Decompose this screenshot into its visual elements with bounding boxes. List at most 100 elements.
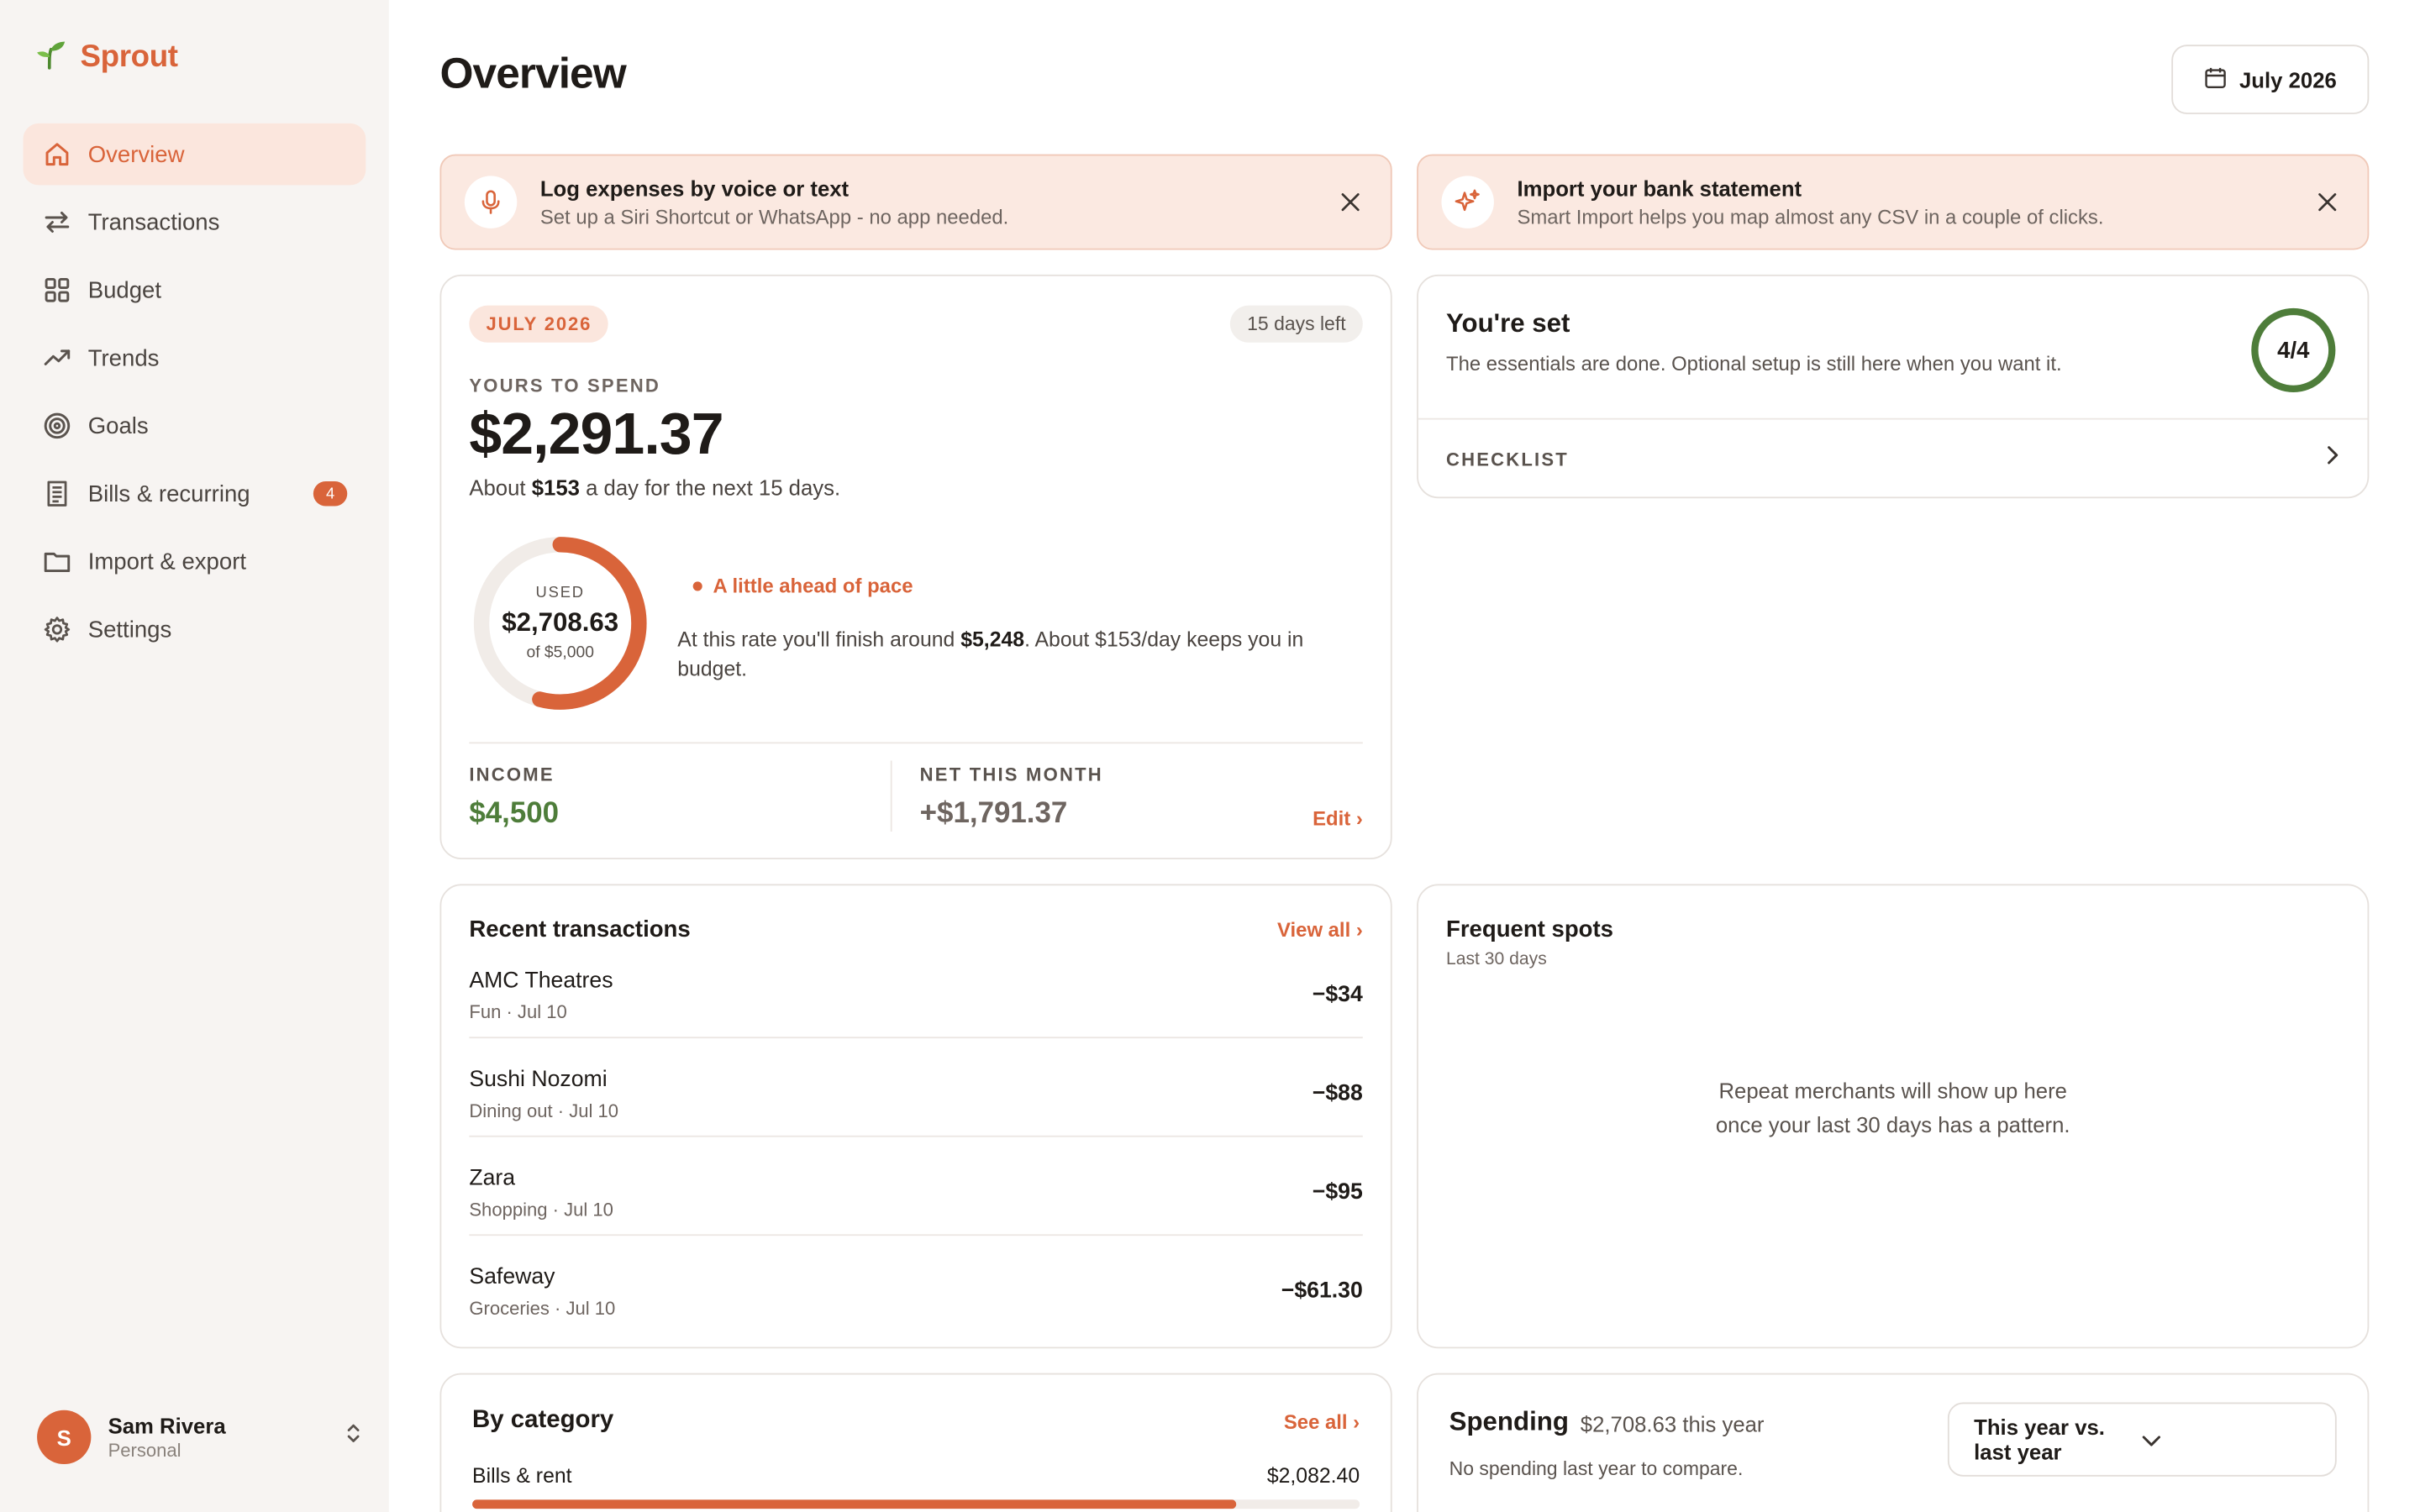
transaction-row[interactable]: AMC Theatres Fun · Jul 10 −$34 <box>469 969 1363 1068</box>
account-switcher[interactable]: S Sam Rivera Personal <box>37 1410 365 1465</box>
microphone-icon <box>464 176 518 228</box>
yours-to-spend-label: YOURS TO SPEND <box>469 375 660 397</box>
transaction-amount: −$95 <box>1312 1180 1363 1205</box>
pace-status: A little ahead of pace <box>692 574 913 597</box>
gear-icon <box>42 614 73 645</box>
comparison-select[interactable]: This year vs. last year <box>1947 1402 2337 1477</box>
used-of: of $5,000 <box>526 643 594 662</box>
transaction-name: Safeway <box>469 1265 555 1290</box>
banner-title: Import your bank statement <box>1517 176 1802 201</box>
see-all-link[interactable]: See all › <box>1284 1410 1360 1434</box>
divider <box>890 760 892 832</box>
avatar: S <box>37 1410 92 1465</box>
chevron-right-icon <box>2324 444 2339 474</box>
grid-icon <box>42 275 73 306</box>
nav-label: Bills & recurring <box>87 480 250 507</box>
income-value: $4,500 <box>469 797 560 831</box>
card-title: By category <box>472 1407 614 1434</box>
transaction-row[interactable]: Sushi Nozomi Dining out · Jul 10 −$88 <box>469 1067 1363 1167</box>
spending-card: Spending $2,708.63 this year No spending… <box>1417 1373 2370 1512</box>
income-label: INCOME <box>469 764 555 785</box>
card-subtitle: Last 30 days <box>1445 950 1547 969</box>
recent-transactions-card: Recent transactions View all › AMC Theat… <box>439 884 1392 1349</box>
category-amount: $2,082.40 <box>1266 1464 1360 1488</box>
transaction-row[interactable]: Zara Shopping · Jul 10 −$95 <box>469 1166 1363 1266</box>
checklist-row[interactable]: CHECKLIST <box>1418 417 2368 499</box>
transaction-meta: Dining out · Jul 10 <box>469 1100 619 1122</box>
spending-total: $2,708.63 this year <box>1580 1411 1765 1436</box>
month-picker-button[interactable]: July 2026 <box>2171 45 2370 114</box>
home-icon <box>42 139 73 170</box>
nav-item-goals[interactable]: Goals <box>24 395 366 456</box>
transaction-row[interactable]: Safeway Groceries · Jul 10 −$61.30 <box>469 1265 1362 1364</box>
edit-income-link[interactable]: Edit › <box>1313 807 1363 831</box>
sprout-logo-icon <box>34 37 67 79</box>
checklist-label: CHECKLIST <box>1445 448 1569 470</box>
sparkle-icon <box>1441 176 1494 228</box>
chevron-down-icon <box>2142 1427 2310 1452</box>
nav-item-settings[interactable]: Settings <box>24 599 366 660</box>
nav-label: Settings <box>87 616 172 643</box>
comparison-select-value: This year vs. last year <box>1974 1415 2105 1465</box>
nav-item-trends[interactable]: Trends <box>24 327 366 388</box>
nav-item-transactions[interactable]: Transactions <box>24 192 366 253</box>
net-label: NET THIS MONTH <box>919 764 1103 785</box>
receipt-icon <box>42 478 73 509</box>
voice-text-banner[interactable]: Log expenses by voice or text Set up a S… <box>439 154 1392 250</box>
transaction-name: Sushi Nozomi <box>469 1067 608 1093</box>
category-name: Bills & rent <box>472 1464 572 1488</box>
card-title: Frequent spots <box>1445 916 1613 943</box>
nav-item-overview[interactable]: Overview <box>23 123 366 186</box>
view-all-link[interactable]: View all › <box>1277 918 1363 942</box>
used-label: USED <box>535 585 585 602</box>
month-pill: JULY 2026 <box>469 305 609 343</box>
nav-item-import-export[interactable]: Import & export <box>24 531 366 592</box>
usage-donut-center: USED $2,708.63 of $5,000 <box>469 533 651 715</box>
divider <box>469 1037 1363 1039</box>
user-name: Sam Rivera <box>108 1413 226 1438</box>
nav-label: Budget <box>87 276 162 303</box>
by-category-card: By category See all › Bills & rent $2,08… <box>439 1373 1392 1512</box>
nav-item-budget[interactable]: Budget <box>24 260 366 321</box>
nav-item-bills[interactable]: Bills & recurring 4 <box>24 463 366 524</box>
close-icon[interactable] <box>2309 184 2346 221</box>
transaction-amount: −$61.30 <box>1281 1278 1363 1305</box>
transaction-meta: Fun · Jul 10 <box>469 1001 567 1023</box>
transaction-name: AMC Theatres <box>469 969 613 994</box>
user-role: Personal <box>108 1439 182 1462</box>
nav-label: Transactions <box>87 208 220 236</box>
calendar-icon <box>2204 66 2228 93</box>
yours-to-spend-amount: $2,291.37 <box>469 402 723 468</box>
chevron-up-down-icon <box>343 1421 365 1454</box>
bills-count-badge: 4 <box>313 481 348 507</box>
pace-description: At this rate you'll finish around $5,248… <box>677 627 1304 680</box>
card-title: Recent transactions <box>469 916 691 943</box>
nav-label: Goals <box>87 412 149 439</box>
nav-label: Trends <box>87 344 160 371</box>
banner-subtitle: Set up a Siri Shortcut or WhatsApp - no … <box>539 205 1009 228</box>
net-value: +$1,791.37 <box>919 797 1068 831</box>
per-day-text: About $153 a day for the next 15 days. <box>469 475 841 501</box>
transaction-amount: −$34 <box>1312 982 1363 1008</box>
brand-name: Sprout <box>80 39 179 75</box>
spending-subtitle: No spending last year to compare. <box>1449 1457 1744 1480</box>
arrows-swap-icon <box>42 207 73 238</box>
month-picker-label: July 2026 <box>2238 66 2337 92</box>
folder-icon <box>42 546 73 577</box>
transaction-name: Zara <box>469 1166 516 1191</box>
close-icon[interactable] <box>1332 184 1369 221</box>
bank-import-banner[interactable]: Import your bank statement Smart Import … <box>1417 154 2370 250</box>
transaction-meta: Groceries · Jul 10 <box>469 1297 616 1320</box>
category-bar <box>472 1499 1360 1509</box>
spending-title: Spending <box>1449 1407 1569 1436</box>
used-value: $2,708.63 <box>502 607 619 638</box>
frequent-spots-card: Frequent spots Last 30 days Repeat merch… <box>1417 884 2370 1349</box>
setup-progress-label: 4/4 <box>2277 337 2310 364</box>
trend-up-icon <box>42 343 73 374</box>
transaction-meta: Shopping · Jul 10 <box>469 1199 613 1221</box>
status-dot <box>692 580 702 591</box>
empty-state-message: Repeat merchants will show up here once … <box>1715 1078 2070 1137</box>
page-title: Overview <box>439 49 626 97</box>
category-bar-fill <box>472 1499 1236 1509</box>
brand[interactable]: Sprout <box>34 37 179 79</box>
